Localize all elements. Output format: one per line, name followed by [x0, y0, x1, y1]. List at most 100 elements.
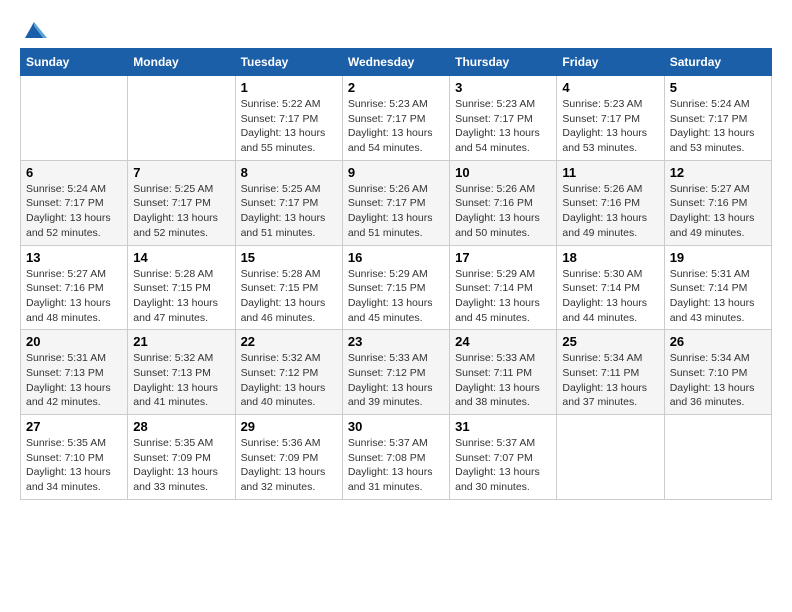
day-number: 7 [133, 165, 229, 180]
day-info: Sunrise: 5:28 AM Sunset: 7:15 PM Dayligh… [133, 267, 229, 326]
day-info: Sunrise: 5:24 AM Sunset: 7:17 PM Dayligh… [670, 97, 766, 156]
calendar-cell: 31 Sunrise: 5:37 AM Sunset: 7:07 PM Dayli… [450, 415, 557, 500]
calendar-cell: 26Sunrise: 5:34 AM Sunset: 7:10 PM Dayli… [664, 330, 771, 415]
calendar-cell: 10 Sunrise: 5:26 AM Sunset: 7:16 PM Dayli… [450, 160, 557, 245]
day-info: Sunrise: 5:26 AM Sunset: 7:16 PM Dayligh… [455, 182, 551, 241]
day-number: 31 [455, 419, 551, 434]
calendar-cell: 12 Sunrise: 5:27 AM Sunset: 7:16 PM Dayli… [664, 160, 771, 245]
day-info: Sunrise: 5:33 AM Sunset: 7:11 PM Dayligh… [455, 351, 551, 410]
calendar-cell: 8 Sunrise: 5:25 AM Sunset: 7:17 PM Daylig… [235, 160, 342, 245]
day-info: Sunrise: 5:35 AM Sunset: 7:09 PM Dayligh… [133, 436, 229, 495]
calendar-header-row: SundayMondayTuesdayWednesdayThursdayFrid… [21, 49, 772, 76]
calendar-cell: 16Sunrise: 5:29 AM Sunset: 7:15 PM Dayli… [342, 245, 449, 330]
calendar-cell: 13Sunrise: 5:27 AM Sunset: 7:16 PM Dayli… [21, 245, 128, 330]
logo-icon [21, 20, 47, 42]
day-info: Sunrise: 5:23 AM Sunset: 7:17 PM Dayligh… [455, 97, 551, 156]
day-number: 19 [670, 250, 766, 265]
calendar-cell: 11 Sunrise: 5:26 AM Sunset: 7:16 PM Dayli… [557, 160, 664, 245]
day-number: 8 [241, 165, 337, 180]
calendar-cell: 19 Sunrise: 5:31 AM Sunset: 7:14 PM Dayli… [664, 245, 771, 330]
day-number: 29 [241, 419, 337, 434]
column-header-monday: Monday [128, 49, 235, 76]
calendar-cell: 6 Sunrise: 5:24 AM Sunset: 7:17 PM Daylig… [21, 160, 128, 245]
calendar-cell: 7 Sunrise: 5:25 AM Sunset: 7:17 PM Daylig… [128, 160, 235, 245]
day-number: 30 [348, 419, 444, 434]
day-number: 24 [455, 334, 551, 349]
calendar-cell: 27 Sunrise: 5:35 AM Sunset: 7:10 PM Dayli… [21, 415, 128, 500]
day-number: 4 [562, 80, 658, 95]
calendar-cell: 1 Sunrise: 5:22 AM Sunset: 7:17 PM Daylig… [235, 76, 342, 161]
day-info: Sunrise: 5:34 AM Sunset: 7:11 PM Dayligh… [562, 351, 658, 410]
calendar-cell: 25 Sunrise: 5:34 AM Sunset: 7:11 PM Dayli… [557, 330, 664, 415]
calendar-cell: 5 Sunrise: 5:24 AM Sunset: 7:17 PM Daylig… [664, 76, 771, 161]
day-info: Sunrise: 5:36 AM Sunset: 7:09 PM Dayligh… [241, 436, 337, 495]
day-number: 12 [670, 165, 766, 180]
calendar-cell: 20Sunrise: 5:31 AM Sunset: 7:13 PM Dayli… [21, 330, 128, 415]
calendar-week-5: 27 Sunrise: 5:35 AM Sunset: 7:10 PM Dayli… [21, 415, 772, 500]
day-info: Sunrise: 5:25 AM Sunset: 7:17 PM Dayligh… [133, 182, 229, 241]
day-info: Sunrise: 5:29 AM Sunset: 7:14 PM Dayligh… [455, 267, 551, 326]
column-header-friday: Friday [557, 49, 664, 76]
calendar-cell: 22 Sunrise: 5:32 AM Sunset: 7:12 PM Dayli… [235, 330, 342, 415]
day-number: 28 [133, 419, 229, 434]
day-info: Sunrise: 5:23 AM Sunset: 7:17 PM Dayligh… [348, 97, 444, 156]
day-info: Sunrise: 5:32 AM Sunset: 7:12 PM Dayligh… [241, 351, 337, 410]
calendar-cell [557, 415, 664, 500]
day-number: 26 [670, 334, 766, 349]
calendar-cell: 14 Sunrise: 5:28 AM Sunset: 7:15 PM Dayli… [128, 245, 235, 330]
day-number: 10 [455, 165, 551, 180]
calendar-cell: 29 Sunrise: 5:36 AM Sunset: 7:09 PM Dayli… [235, 415, 342, 500]
calendar-cell: 23Sunrise: 5:33 AM Sunset: 7:12 PM Dayli… [342, 330, 449, 415]
day-number: 6 [26, 165, 122, 180]
day-info: Sunrise: 5:37 AM Sunset: 7:08 PM Dayligh… [348, 436, 444, 495]
day-number: 15 [241, 250, 337, 265]
calendar-cell: 15 Sunrise: 5:28 AM Sunset: 7:15 PM Dayli… [235, 245, 342, 330]
day-number: 14 [133, 250, 229, 265]
column-header-tuesday: Tuesday [235, 49, 342, 76]
day-info: Sunrise: 5:37 AM Sunset: 7:07 PM Dayligh… [455, 436, 551, 495]
calendar-week-2: 6 Sunrise: 5:24 AM Sunset: 7:17 PM Daylig… [21, 160, 772, 245]
day-number: 9 [348, 165, 444, 180]
logo [20, 20, 47, 38]
day-number: 21 [133, 334, 229, 349]
day-info: Sunrise: 5:26 AM Sunset: 7:17 PM Dayligh… [348, 182, 444, 241]
day-info: Sunrise: 5:29 AM Sunset: 7:15 PM Dayligh… [348, 267, 444, 326]
day-info: Sunrise: 5:27 AM Sunset: 7:16 PM Dayligh… [670, 182, 766, 241]
day-number: 27 [26, 419, 122, 434]
calendar-cell: 21 Sunrise: 5:32 AM Sunset: 7:13 PM Dayli… [128, 330, 235, 415]
calendar-cell [128, 76, 235, 161]
day-info: Sunrise: 5:31 AM Sunset: 7:13 PM Dayligh… [26, 351, 122, 410]
day-info: Sunrise: 5:24 AM Sunset: 7:17 PM Dayligh… [26, 182, 122, 241]
day-number: 17 [455, 250, 551, 265]
day-info: Sunrise: 5:32 AM Sunset: 7:13 PM Dayligh… [133, 351, 229, 410]
column-header-sunday: Sunday [21, 49, 128, 76]
day-number: 1 [241, 80, 337, 95]
day-number: 2 [348, 80, 444, 95]
day-info: Sunrise: 5:35 AM Sunset: 7:10 PM Dayligh… [26, 436, 122, 495]
calendar-week-3: 13Sunrise: 5:27 AM Sunset: 7:16 PM Dayli… [21, 245, 772, 330]
calendar-cell: 30 Sunrise: 5:37 AM Sunset: 7:08 PM Dayli… [342, 415, 449, 500]
day-info: Sunrise: 5:30 AM Sunset: 7:14 PM Dayligh… [562, 267, 658, 326]
day-info: Sunrise: 5:22 AM Sunset: 7:17 PM Dayligh… [241, 97, 337, 156]
day-info: Sunrise: 5:26 AM Sunset: 7:16 PM Dayligh… [562, 182, 658, 241]
calendar-cell: 4 Sunrise: 5:23 AM Sunset: 7:17 PM Daylig… [557, 76, 664, 161]
day-info: Sunrise: 5:31 AM Sunset: 7:14 PM Dayligh… [670, 267, 766, 326]
day-number: 11 [562, 165, 658, 180]
day-number: 18 [562, 250, 658, 265]
calendar-cell: 3Sunrise: 5:23 AM Sunset: 7:17 PM Daylig… [450, 76, 557, 161]
day-info: Sunrise: 5:27 AM Sunset: 7:16 PM Dayligh… [26, 267, 122, 326]
column-header-wednesday: Wednesday [342, 49, 449, 76]
calendar-week-4: 20Sunrise: 5:31 AM Sunset: 7:13 PM Dayli… [21, 330, 772, 415]
calendar-cell: 2 Sunrise: 5:23 AM Sunset: 7:17 PM Daylig… [342, 76, 449, 161]
day-info: Sunrise: 5:25 AM Sunset: 7:17 PM Dayligh… [241, 182, 337, 241]
calendar-table: SundayMondayTuesdayWednesdayThursdayFrid… [20, 48, 772, 500]
day-info: Sunrise: 5:28 AM Sunset: 7:15 PM Dayligh… [241, 267, 337, 326]
day-info: Sunrise: 5:33 AM Sunset: 7:12 PM Dayligh… [348, 351, 444, 410]
day-info: Sunrise: 5:23 AM Sunset: 7:17 PM Dayligh… [562, 97, 658, 156]
day-number: 25 [562, 334, 658, 349]
column-header-thursday: Thursday [450, 49, 557, 76]
page-header [20, 20, 772, 38]
day-number: 5 [670, 80, 766, 95]
day-number: 22 [241, 334, 337, 349]
calendar-week-1: 1 Sunrise: 5:22 AM Sunset: 7:17 PM Daylig… [21, 76, 772, 161]
